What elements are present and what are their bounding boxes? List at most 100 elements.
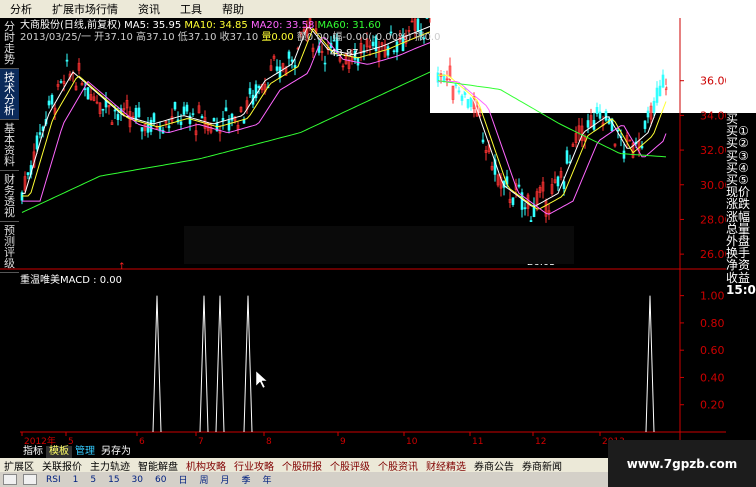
menu-news[interactable]: 资讯 <box>128 1 170 17</box>
candle-body <box>323 62 327 65</box>
fb-extension[interactable]: 扩展区 <box>0 458 38 473</box>
x-tick-label: 7 <box>198 437 204 446</box>
candle-body <box>655 87 659 103</box>
fb-related-quote[interactable]: 关联报价 <box>38 458 86 473</box>
candle-body <box>658 85 662 97</box>
price-tick-label: 32.00 <box>700 144 726 157</box>
rp-buy2: 买② <box>726 136 749 151</box>
candle-body <box>230 113 234 121</box>
macd-spike <box>645 295 655 433</box>
fb-broker-news[interactable]: 券商新闻 <box>518 458 566 473</box>
candle-body <box>529 220 533 222</box>
candle-body <box>565 150 569 164</box>
fb-finance-select[interactable]: 财经精选 <box>422 458 470 473</box>
candle-body <box>137 107 141 117</box>
x-tick-label: 10 <box>406 437 418 446</box>
high-annotation: 43.87 <box>330 48 359 59</box>
quote-rest: 额0.00 幅-0.00(-0.00%) 振0.0 <box>296 32 441 43</box>
macd-title: 重温唯美MACD : 0.00 <box>20 275 122 286</box>
candle-body <box>523 207 527 210</box>
candle-body <box>248 88 252 95</box>
fb-main-force[interactable]: 主力轨迹 <box>86 458 134 473</box>
tb-month[interactable]: 月 <box>214 473 235 486</box>
fb-smart-analysis[interactable]: 智能解盘 <box>134 458 182 473</box>
candle-body <box>146 124 150 133</box>
candle-body <box>50 94 54 105</box>
macd-spike <box>152 295 162 433</box>
menu-analysis[interactable]: 分析 <box>0 1 42 17</box>
candle-body <box>290 59 294 62</box>
tab-manage[interactable]: 管理 <box>72 446 98 458</box>
quote-high-low: 高37.10 低37.10 收37.10 <box>136 32 259 43</box>
x-tick-label: 9 <box>340 437 346 446</box>
fb-stock-rating[interactable]: 个股评级 <box>326 458 374 473</box>
price-tick-label: 36.00 <box>700 75 726 88</box>
fb-institution[interactable]: 机构攻略 <box>182 458 230 473</box>
tb-15min[interactable]: 15 <box>102 475 125 485</box>
macd-tick-label: 0.60 <box>700 344 725 357</box>
candle-body <box>293 65 297 68</box>
candle-body <box>224 107 228 112</box>
tb-60min[interactable]: 60 <box>149 475 172 485</box>
fb-stock-report[interactable]: 个股研报 <box>278 458 326 473</box>
candle-body <box>185 104 189 112</box>
quote-panel: 买 买① 买② 买③ 买④ 买⑤ 现价 涨跌 涨幅 总量 外盘 换手 净资 收益… <box>726 113 756 333</box>
ma5-label: MA5: 35.95 <box>124 20 182 31</box>
tb-quarter[interactable]: 季 <box>236 473 257 486</box>
ma20-label: MA20: 33.58 <box>250 20 315 31</box>
candle-body <box>113 109 117 112</box>
candle-body <box>481 139 485 143</box>
candle-body <box>661 74 665 88</box>
menu-tools[interactable]: 工具 <box>170 1 212 17</box>
stock-info-line: 大商股份(日线,前复权) MA5: 35.95 MA10: 34.85 MA20… <box>20 20 381 32</box>
fb-stock-news[interactable]: 个股资讯 <box>374 458 422 473</box>
candle-body <box>26 172 30 176</box>
overlay-block <box>184 226 574 264</box>
price-chart[interactable]: 26.0028.0030.0032.0034.0036.0043.8726.05… <box>0 18 726 270</box>
x-tick-label: 2012年 <box>24 435 56 446</box>
fb-industry[interactable]: 行业攻略 <box>230 458 278 473</box>
tb-day[interactable]: 日 <box>172 473 193 486</box>
candle-body <box>167 125 171 129</box>
candle-body <box>622 150 626 159</box>
candle-body <box>457 90 461 93</box>
ma10-line <box>22 27 431 197</box>
candle-body <box>646 110 650 118</box>
candle-body <box>586 120 590 128</box>
candle-body <box>38 132 42 135</box>
tb-30min[interactable]: 30 <box>126 475 149 485</box>
toolbar-box-icon[interactable] <box>23 474 37 485</box>
candle-body <box>466 98 470 108</box>
macd-tick-label: 1.00 <box>700 290 725 303</box>
ma60-label: MA60: 31.60 <box>317 20 381 31</box>
quote-volume: 量0.00 <box>261 32 294 43</box>
candle-body <box>287 51 291 59</box>
candle-body <box>442 74 446 82</box>
candle-body <box>652 101 656 113</box>
fb-broker-notice[interactable]: 券商公告 <box>470 458 518 473</box>
tb-1min[interactable]: 1 <box>67 475 85 485</box>
candle-body <box>386 46 390 56</box>
macd-chart[interactable]: 0.200.400.600.801.002012年567891011122013 <box>0 270 726 446</box>
menu-extended-market[interactable]: 扩展市场行情 <box>42 1 128 17</box>
tab-save-as[interactable]: 另存为 <box>98 446 134 458</box>
tab-template[interactable]: 模板 <box>46 446 72 458</box>
tb-5min[interactable]: 5 <box>84 475 102 485</box>
tb-rsi[interactable]: RSI <box>40 475 67 485</box>
x-tick-label: 5 <box>68 437 74 446</box>
x-tick-label: 11 <box>472 437 483 446</box>
tb-week[interactable]: 周 <box>193 473 214 486</box>
candle-body <box>598 111 602 119</box>
macd-spike <box>215 295 225 433</box>
menu-help[interactable]: 帮助 <box>212 1 254 17</box>
candle-body <box>134 107 138 121</box>
candle-body <box>173 102 177 110</box>
tb-year[interactable]: 年 <box>257 473 278 486</box>
rp-change: 涨跌 <box>726 197 751 212</box>
macd-tick-label: 0.20 <box>700 399 725 412</box>
candle-body <box>511 197 515 205</box>
macd-tick-label: 0.40 <box>700 371 725 384</box>
ma10-label: MA10: 34.85 <box>184 20 248 31</box>
toolbar-box-icon[interactable] <box>3 474 17 485</box>
tab-indicator[interactable]: 指标 <box>20 446 46 458</box>
